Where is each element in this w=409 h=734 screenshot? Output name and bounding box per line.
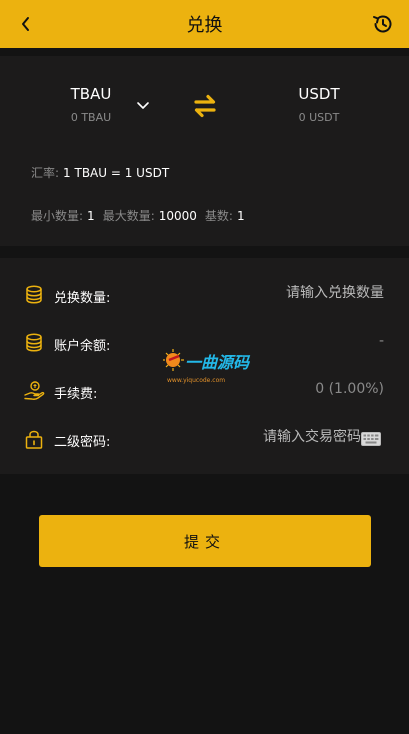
to-coin-balance: 0 USDT [298, 111, 340, 124]
rate-label: 汇率: [31, 166, 60, 180]
exchange-rate: 汇率: 1 TBAU = 1 USDT [31, 164, 169, 181]
max-amount-value: 10000 [158, 209, 197, 223]
min-amount-value: 1 [87, 209, 95, 223]
header-bar: 兑换 [0, 0, 409, 48]
svg-text:一曲源码: 一曲源码 [185, 353, 251, 372]
from-coin-balance: 0 TBAU [70, 111, 112, 124]
chevron-down-icon[interactable] [134, 96, 152, 114]
fee-label: 手续费: [54, 387, 98, 402]
back-arrow-icon [22, 17, 29, 31]
submit-button[interactable]: 提交 [39, 515, 371, 567]
from-coin-symbol: TBAU [70, 85, 112, 103]
balance-value: - [378, 333, 384, 349]
watermark-logo: 一曲源码 www.yiqucode.com [163, 349, 251, 384]
to-coin-display: USDT 0 USDT [259, 85, 379, 124]
password-label: 二级密码: [54, 435, 111, 450]
fee-value: 0 (1.00%) [315, 381, 384, 397]
lock-icon [25, 430, 43, 449]
page-title: 兑换 [186, 15, 223, 36]
swap-icon[interactable] [190, 91, 220, 121]
password-row: 二级密码: [0, 426, 409, 454]
exchange-limits: 最小数量: 1 最大数量: 10000 基数: 1 [31, 207, 253, 224]
max-amount-label: 最大数量: [102, 209, 155, 223]
history-icon[interactable] [371, 12, 395, 36]
min-amount-label: 最小数量: [31, 209, 84, 223]
amount-label: 兑换数量: [54, 291, 111, 306]
to-coin-symbol: USDT [298, 85, 340, 103]
base-value: 1 [236, 209, 245, 223]
svg-text:www.yiqucode.com: www.yiqucode.com [167, 377, 225, 384]
rate-value: 1 TBAU = 1 USDT [63, 166, 170, 180]
amount-input[interactable] [184, 285, 384, 301]
exchange-pair-panel: TBAU 0 TBAU USDT 0 USDT 汇率: 1 TBAU = 1 US… [0, 56, 409, 246]
fee-hand-icon [24, 381, 45, 400]
trade-password-input[interactable] [201, 429, 361, 445]
wallet-coins-icon [26, 333, 42, 352]
keyboard-icon[interactable] [361, 432, 381, 446]
base-label: 基数: [204, 209, 233, 223]
amount-row: 兑换数量: [0, 282, 409, 310]
balance-label: 账户余额: [54, 339, 111, 354]
from-coin-selector[interactable]: TBAU 0 TBAU [31, 85, 151, 124]
coins-icon [26, 285, 42, 304]
back-button[interactable] [14, 12, 38, 36]
